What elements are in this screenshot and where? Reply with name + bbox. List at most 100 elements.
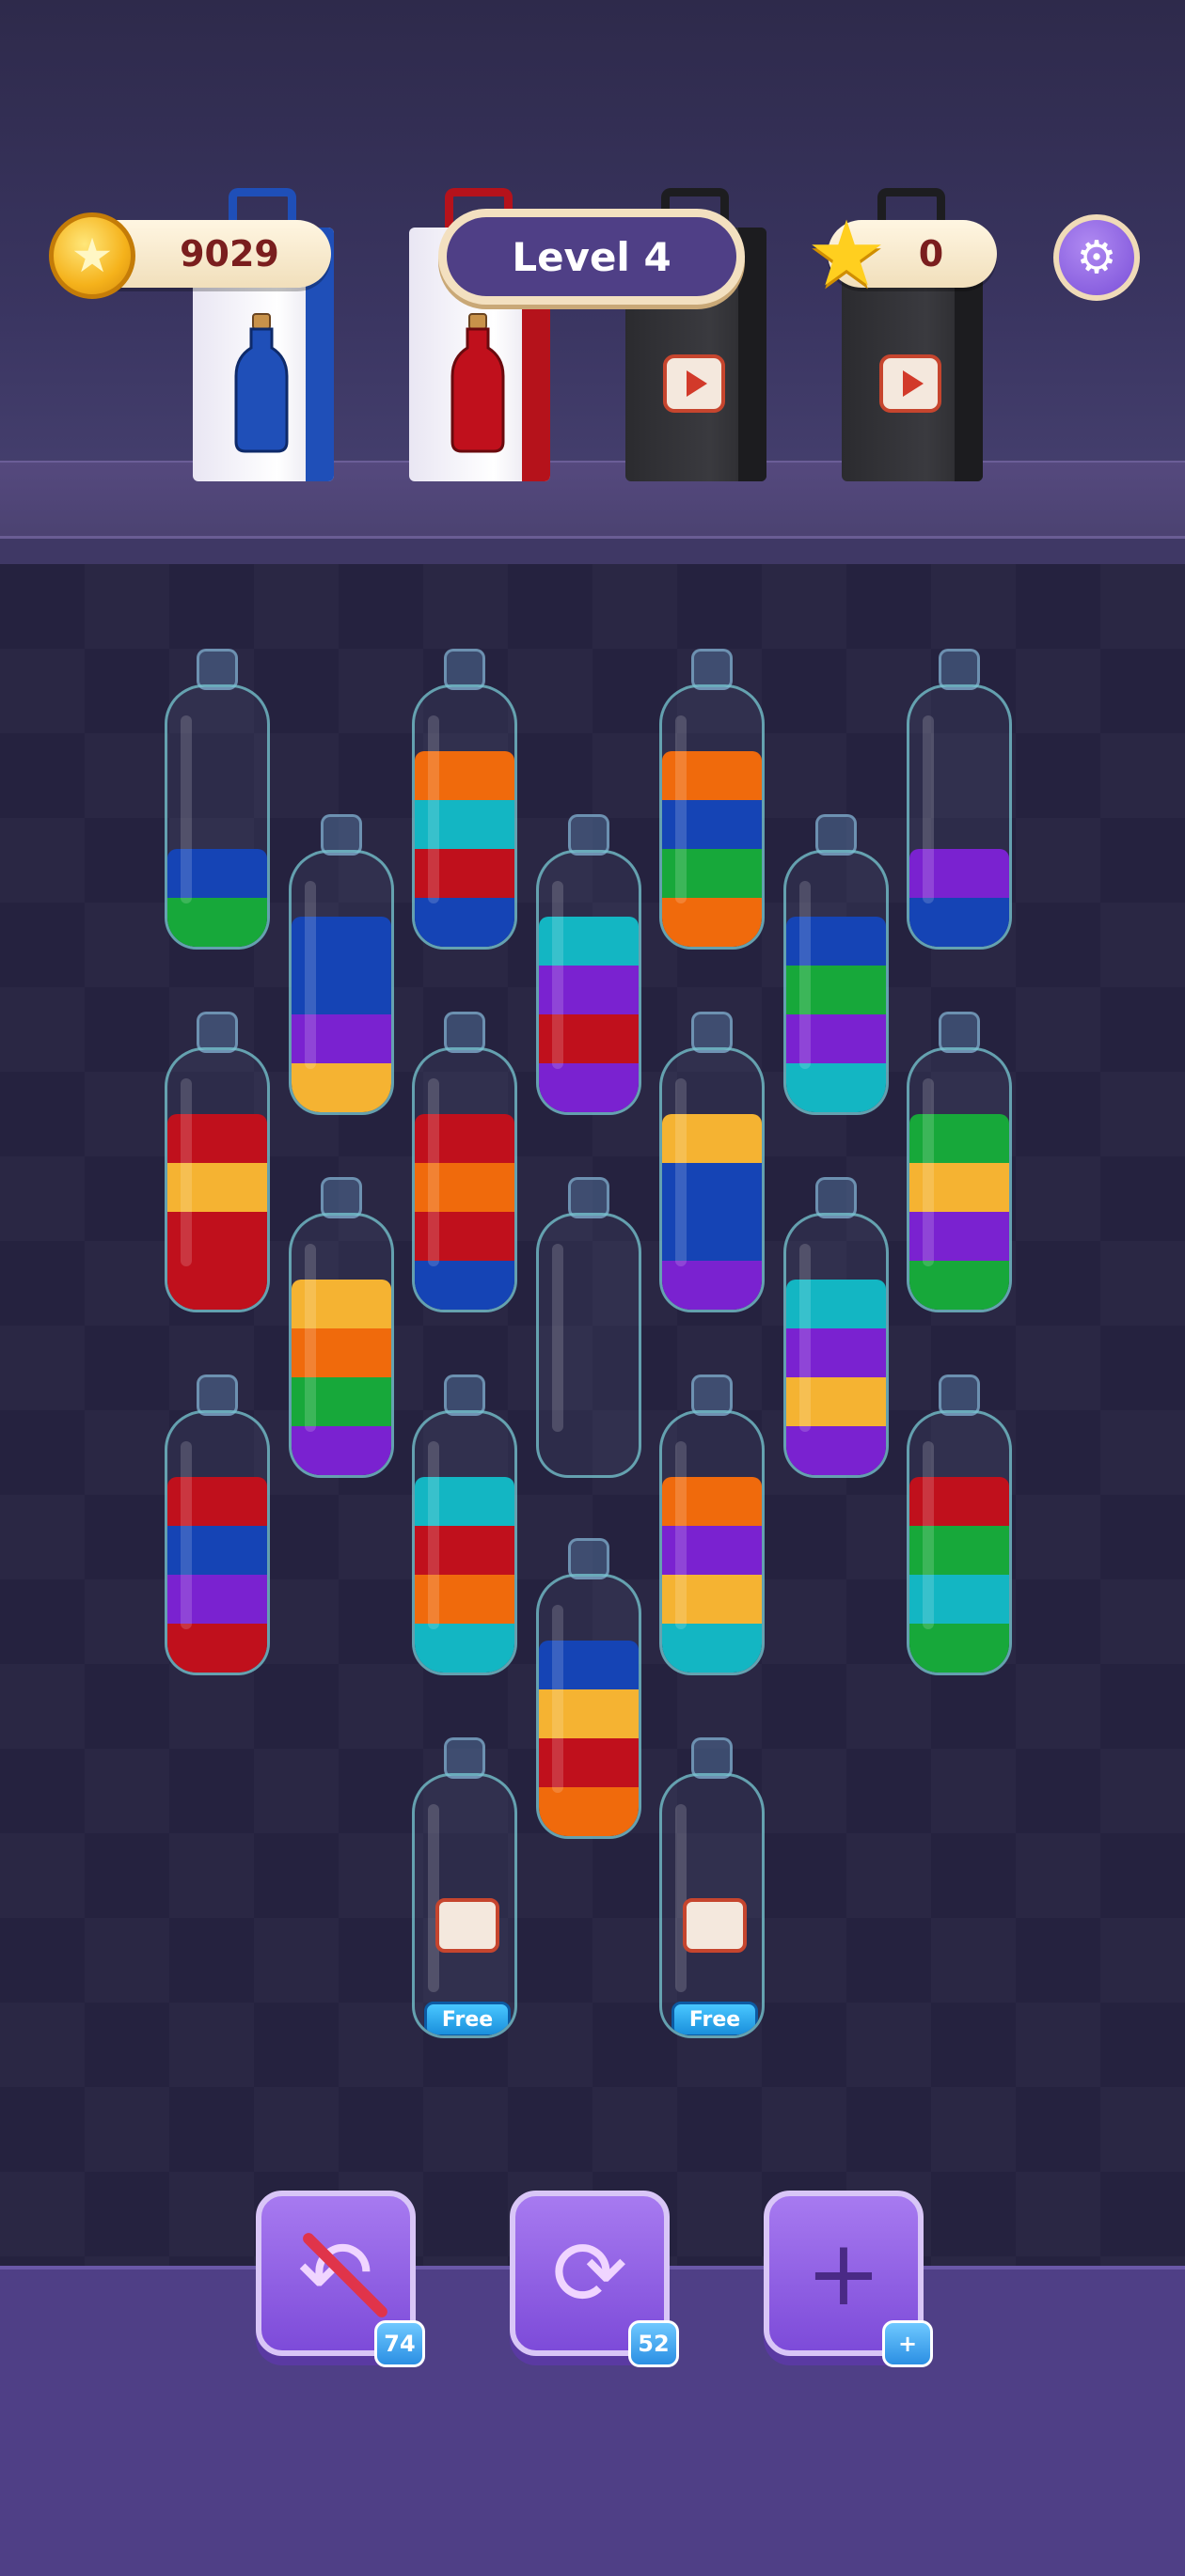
free-button[interactable]: Free bbox=[672, 2002, 758, 2035]
bottle[interactable] bbox=[165, 1012, 270, 1312]
gear-icon: ⚙ bbox=[1076, 231, 1117, 284]
glass-shine bbox=[923, 1078, 934, 1266]
bottle-glass: Free bbox=[659, 1773, 765, 2038]
liquid-layer-red bbox=[167, 1261, 267, 1310]
video-play-icon bbox=[435, 1898, 499, 1953]
bottle-glass bbox=[659, 1047, 765, 1312]
video-play-icon bbox=[879, 354, 941, 413]
bottle[interactable] bbox=[165, 1374, 270, 1675]
bottle[interactable] bbox=[907, 1374, 1012, 1675]
star-icon: ★ bbox=[805, 201, 888, 306]
red-bottle-icon bbox=[450, 313, 505, 453]
glass-shine bbox=[181, 1078, 192, 1266]
undo-count-badge: 74 bbox=[374, 2320, 425, 2367]
glass-shine bbox=[675, 1441, 687, 1629]
bottle[interactable] bbox=[783, 1177, 889, 1478]
bottle-glass bbox=[289, 850, 394, 1115]
liquid-layer-blue bbox=[909, 898, 1009, 947]
level-badge: Level 4 bbox=[438, 209, 745, 305]
bottle-glass bbox=[289, 1213, 394, 1478]
bottle[interactable] bbox=[289, 1177, 394, 1478]
bottle-glass bbox=[907, 1047, 1012, 1312]
shuffle-count-badge: 52 bbox=[628, 2320, 679, 2367]
liquid-layer-orange bbox=[662, 898, 762, 947]
bottle[interactable] bbox=[907, 1012, 1012, 1312]
bottle[interactable] bbox=[165, 649, 270, 950]
liquid-layer-blue bbox=[415, 898, 514, 947]
liquid-layer-green bbox=[909, 1624, 1009, 1673]
bottle[interactable] bbox=[536, 814, 641, 1115]
liquid-layer-red bbox=[167, 1624, 267, 1673]
liquid-layer-purple bbox=[292, 1426, 391, 1475]
add-bottle-button[interactable]: + + bbox=[764, 2191, 933, 2367]
coin-icon: ★ bbox=[49, 212, 135, 299]
locked-bottle[interactable]: Free bbox=[412, 1737, 517, 2038]
bottle[interactable] bbox=[412, 1012, 517, 1312]
liquid-layer-yellow bbox=[292, 1063, 391, 1112]
bottle-glass: Free bbox=[412, 1773, 517, 2038]
shelf-edge bbox=[0, 536, 1185, 567]
glass-shine bbox=[428, 1804, 439, 1992]
glass-shine bbox=[552, 881, 563, 1069]
bottle-glass bbox=[536, 1213, 641, 1478]
bottle-glass bbox=[165, 684, 270, 950]
shelf bbox=[0, 461, 1185, 538]
bottle-glass bbox=[412, 1410, 517, 1675]
shuffle-button[interactable]: ⟳ 52 bbox=[510, 2191, 679, 2367]
glass-shine bbox=[428, 715, 439, 903]
bottle-glass bbox=[536, 1574, 641, 1839]
liquid-layer-blue bbox=[415, 1261, 514, 1310]
shuffle-icon: ⟳ bbox=[551, 2221, 628, 2326]
bottle[interactable] bbox=[289, 814, 394, 1115]
liquid-layer-purple bbox=[786, 1426, 886, 1475]
bottle-glass bbox=[907, 684, 1012, 950]
undo-button[interactable]: ↶ 74 bbox=[256, 2191, 425, 2367]
bottle-glass bbox=[659, 1410, 765, 1675]
bottle[interactable] bbox=[659, 1374, 765, 1675]
add-bottle-plus-badge: + bbox=[882, 2320, 933, 2367]
liquid-layer-orange bbox=[539, 1787, 639, 1836]
glass-shine bbox=[552, 1244, 563, 1432]
bottle[interactable] bbox=[659, 1012, 765, 1312]
video-play-icon bbox=[683, 1898, 747, 1953]
glass-shine bbox=[923, 1441, 934, 1629]
liquid-layer-purple bbox=[662, 1261, 762, 1310]
glass-shine bbox=[675, 1804, 687, 1992]
bottle[interactable] bbox=[412, 649, 517, 950]
liquid-layer-green bbox=[909, 1261, 1009, 1310]
glass-shine bbox=[181, 1441, 192, 1629]
glass-shine bbox=[675, 715, 687, 903]
bottle[interactable] bbox=[783, 814, 889, 1115]
liquid-layer-teal bbox=[662, 1624, 762, 1673]
glass-shine bbox=[799, 1244, 811, 1432]
level-label: Level 4 bbox=[512, 233, 672, 280]
add-bottle-icon: + bbox=[805, 2221, 882, 2326]
glass-shine bbox=[305, 881, 316, 1069]
video-play-icon bbox=[663, 354, 725, 413]
bottle[interactable] bbox=[659, 649, 765, 950]
bottle-glass bbox=[536, 850, 641, 1115]
bottle[interactable] bbox=[536, 1538, 641, 1839]
bottle-glass bbox=[412, 684, 517, 950]
liquid-layer-teal bbox=[415, 1624, 514, 1673]
glass-shine bbox=[799, 881, 811, 1069]
bottle-glass bbox=[783, 850, 889, 1115]
glass-shine bbox=[305, 1244, 316, 1432]
liquid-layer-purple bbox=[539, 1063, 639, 1112]
settings-button[interactable]: ⚙ bbox=[1053, 214, 1140, 301]
glass-shine bbox=[428, 1441, 439, 1629]
locked-bottle[interactable]: Free bbox=[659, 1737, 765, 2038]
bottle[interactable] bbox=[907, 649, 1012, 950]
bottle-glass bbox=[412, 1047, 517, 1312]
bottle[interactable] bbox=[536, 1177, 641, 1478]
bottle-glass bbox=[783, 1213, 889, 1478]
liquid-layer-teal bbox=[786, 1063, 886, 1112]
glass-shine bbox=[675, 1078, 687, 1266]
liquid-layer-green bbox=[167, 898, 267, 947]
bottle-glass bbox=[165, 1410, 270, 1675]
free-button[interactable]: Free bbox=[424, 2002, 511, 2035]
glass-shine bbox=[181, 715, 192, 903]
bottle-glass bbox=[907, 1410, 1012, 1675]
glass-shine bbox=[552, 1605, 563, 1793]
bottle[interactable] bbox=[412, 1374, 517, 1675]
